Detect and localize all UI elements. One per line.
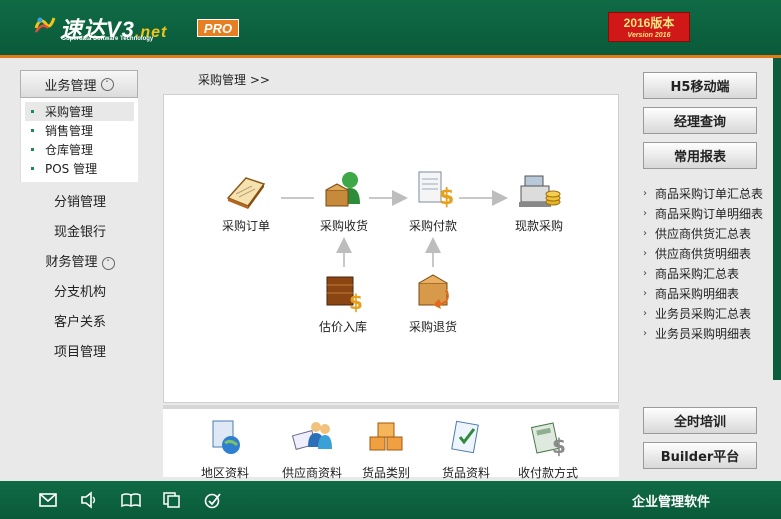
manager-query-button[interactable]: 经理查询 xyxy=(643,107,757,134)
common-reports-button[interactable]: 常用报表 xyxy=(643,142,757,169)
report-link[interactable]: › 商品采购明细表 xyxy=(643,283,771,303)
sidebar-item-purchase[interactable]: 采购管理 xyxy=(25,102,134,121)
data-payment-method[interactable]: $ 收付款方式 xyxy=(513,417,583,481)
box-person-icon xyxy=(325,172,360,207)
data-label: 货品资料 xyxy=(441,466,490,480)
svg-text:$: $ xyxy=(349,290,363,313)
report-link[interactable]: › 供应商供货汇总表 xyxy=(643,223,771,243)
flow-label: 采购退货 xyxy=(408,320,457,334)
breadcrumb: 采购管理 >> xyxy=(198,73,270,87)
chevron-right-icon: › xyxy=(643,287,647,299)
sidebar-item-crm[interactable]: 客户关系 xyxy=(20,308,140,338)
chevron-down-icon: ˇ xyxy=(100,77,114,91)
flow-label: 采购订单 xyxy=(221,219,270,233)
svg-text:$: $ xyxy=(552,434,566,457)
report-list: › 商品采购订单汇总表 › 商品采购订单明细表 › 供应商供货汇总表 › 供应商供货明细… xyxy=(643,183,771,343)
right-scroll-strip xyxy=(773,58,781,380)
flow-label: 采购付款 xyxy=(408,219,457,233)
report-link[interactable]: › 业务员采购汇总表 xyxy=(643,303,771,323)
chevron-right-icon: › xyxy=(643,267,647,279)
sidebar-finance-label: 财务管理 xyxy=(45,255,98,270)
sidebar: 业务管理 ˇ 采购管理 销售管理 仓库管理 POS 管理 分销管理 现金银行 财… xyxy=(20,70,140,368)
sidebar-item-branches[interactable]: 分支机构 xyxy=(20,278,140,308)
sidebar-item-projects[interactable]: 项目管理 xyxy=(20,338,140,368)
book-icon xyxy=(226,177,266,209)
flow-label: 估价入库 xyxy=(318,320,367,334)
invoice-coin-icon: $ xyxy=(418,171,454,210)
book-open-icon[interactable] xyxy=(121,491,141,509)
report-link[interactable]: › 商品采购汇总表 xyxy=(643,263,771,283)
chevron-right-icon: › xyxy=(643,227,647,239)
report-link[interactable]: › 商品采购订单明细表 xyxy=(643,203,771,223)
footer-bar: 企业管理软件 xyxy=(0,481,781,519)
basic-data-panel: 地区资料 供应商资料 货品类别 货品资料 $ 收付款方式 xyxy=(163,405,619,480)
sidebar-item-pos[interactable]: POS 管理 xyxy=(25,159,134,178)
flow-purchase-receive[interactable]: 采购收货 xyxy=(309,168,379,234)
flow-label: 采购收货 xyxy=(319,219,368,233)
chevron-right-icon: › xyxy=(643,307,647,319)
svg-text:$: $ xyxy=(439,185,454,210)
data-goods[interactable]: 货品资料 xyxy=(431,417,501,481)
report-link[interactable]: › 业务员采购明细表 xyxy=(643,323,771,343)
sidebar-item-warehouse[interactable]: 仓库管理 xyxy=(25,140,134,159)
flow-purchase-pay[interactable]: $ 采购付款 xyxy=(398,168,468,234)
footer-title: 企业管理软件 xyxy=(632,495,711,510)
version-title: 2016版本 xyxy=(623,16,675,30)
flow-estimate-stock-in[interactable]: $ 估价入库 xyxy=(308,269,378,335)
h5-mobile-button[interactable]: H5移动端 xyxy=(643,72,757,99)
workflow-panel: 采购订单 采购收货 $ 采购付款 现款采购 $ 估价入库 采购退货 xyxy=(163,94,619,403)
sidebar-item-finance[interactable]: 财务管理 ˇ xyxy=(20,248,140,278)
data-region[interactable]: 地区资料 xyxy=(190,417,260,481)
data-label: 地区资料 xyxy=(200,466,249,480)
region-icon xyxy=(212,420,240,454)
logo-swirl-icon xyxy=(34,17,56,33)
flow-cash-purchase[interactable]: 现款采购 xyxy=(504,168,574,234)
logo-subtitle: Superdata Software Technology xyxy=(62,36,154,42)
document-check-icon xyxy=(451,420,479,454)
sidebar-item-distribution[interactable]: 分销管理 xyxy=(20,188,140,218)
sidebar-business-label: 业务管理 xyxy=(44,78,97,94)
right-panel: H5移动端 经理查询 常用报表 › 商品采购订单汇总表 › 商品采购订单明细表 › 供… xyxy=(643,72,771,343)
sidebar-item-sales[interactable]: 销售管理 xyxy=(25,121,134,140)
header-bar: 速达V3.net Superdata Software Technology P… xyxy=(0,0,781,58)
chevron-right-icon: › xyxy=(643,187,647,199)
logo: 速达V3.net Superdata Software Technology xyxy=(34,10,194,46)
warehouse-coin-icon: $ xyxy=(326,276,363,314)
report-link[interactable]: › 供应商供货明细表 xyxy=(643,243,771,263)
return-box-icon xyxy=(418,274,449,309)
people-icon xyxy=(291,422,332,450)
data-label: 供应商资料 xyxy=(281,466,342,480)
chevron-right-icon: › xyxy=(643,327,647,339)
chevron-down-icon: ˇ xyxy=(101,256,115,270)
version-subtitle: Version 2016 xyxy=(627,32,671,39)
right-bottom-buttons: 全时培训 Builder平台 xyxy=(643,407,757,477)
builder-platform-button[interactable]: Builder平台 xyxy=(643,442,757,469)
flow-purchase-order[interactable]: 采购订单 xyxy=(211,168,281,234)
data-supplier[interactable]: 供应商资料 xyxy=(277,417,347,481)
cash-register-icon xyxy=(519,175,561,207)
data-label: 收付款方式 xyxy=(517,466,578,480)
version-badge: 2016版本 Version 2016 xyxy=(608,12,690,42)
check-circle-icon[interactable] xyxy=(203,491,223,509)
copy-icon[interactable] xyxy=(162,491,182,509)
sidebar-submenu: 采购管理 销售管理 仓库管理 POS 管理 xyxy=(20,98,138,182)
flow-purchase-return[interactable]: 采购退货 xyxy=(398,269,468,335)
workflow-arrows xyxy=(281,190,508,267)
training-button[interactable]: 全时培训 xyxy=(643,407,757,434)
report-link[interactable]: › 商品采购订单汇总表 xyxy=(643,183,771,203)
sidebar-business-header[interactable]: 业务管理 ˇ xyxy=(20,70,138,98)
data-goods-category[interactable]: 货品类别 xyxy=(351,417,421,481)
sidebar-item-cash-bank[interactable]: 现金银行 xyxy=(20,218,140,248)
chevron-right-icon: › xyxy=(643,207,647,219)
data-label: 货品类别 xyxy=(361,466,410,480)
chevron-right-icon: › xyxy=(643,247,647,259)
mail-icon[interactable] xyxy=(38,491,58,509)
calculator-coin-icon: $ xyxy=(530,422,566,458)
speaker-icon[interactable] xyxy=(79,491,99,509)
pro-badge: PRO xyxy=(197,19,239,37)
flow-label: 现款采购 xyxy=(514,219,563,233)
boxes-icon xyxy=(369,422,403,451)
